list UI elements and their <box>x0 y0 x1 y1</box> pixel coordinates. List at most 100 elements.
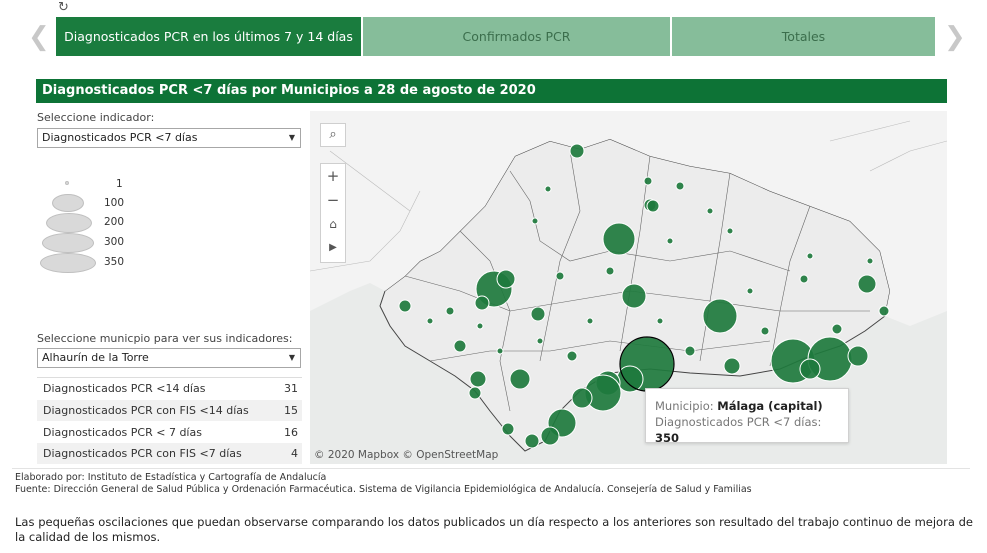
map-bubble[interactable] <box>398 299 412 313</box>
map-bubble[interactable] <box>555 271 565 281</box>
municipality-selector-label: Seleccione municpio para ver sus indicad… <box>37 332 293 345</box>
map-bubble[interactable] <box>509 368 531 390</box>
map-bubble[interactable] <box>726 227 734 235</box>
map-bubble[interactable] <box>536 337 544 345</box>
map-controls: + − ⌂ ▶ <box>320 163 346 263</box>
map-bubble[interactable] <box>602 222 636 256</box>
home-icon[interactable]: ⌂ <box>321 212 345 236</box>
map-bubble[interactable] <box>847 345 869 367</box>
zoom-out-icon[interactable]: − <box>321 188 345 212</box>
indicator-row: Diagnosticados PCR < 7 días 16 <box>37 422 302 443</box>
map-bubble[interactable] <box>476 322 484 330</box>
indicator-name: Diagnosticados PCR con FIS <14 días <box>43 404 249 417</box>
footer-divider <box>12 468 970 469</box>
indicator-value: 4 <box>291 447 298 460</box>
map-tooltip: Municipio: Málaga (capital) Diagnosticad… <box>645 388 849 446</box>
tooltip-municipio-label: Municipio: <box>655 399 714 413</box>
map-bubble[interactable] <box>878 305 890 317</box>
map-bubble[interactable] <box>799 358 821 380</box>
source-line: Fuente: Dirección General de Salud Públi… <box>15 484 752 495</box>
legend-bubble <box>52 194 84 212</box>
map-bubble[interactable] <box>569 143 585 159</box>
municipality-dropdown[interactable]: Alhaurín de la Torre ▼ <box>37 348 301 368</box>
tooltip-indicator-value: 350 <box>655 431 680 445</box>
map-bubble[interactable] <box>474 295 490 311</box>
map-bubble[interactable] <box>684 345 696 357</box>
reload-icon[interactable]: ↻ <box>58 1 72 15</box>
indicator-name: Diagnosticados PCR < 7 días <box>43 426 202 439</box>
map-bubble[interactable] <box>723 357 741 375</box>
map-copyright: © 2020 Mapbox © OpenStreetMap <box>314 449 499 461</box>
map-bubble[interactable] <box>496 269 516 289</box>
map-bubble[interactable] <box>586 317 594 325</box>
map-bubble[interactable] <box>524 433 540 449</box>
size-legend-item: 300 <box>40 233 240 253</box>
legend-bubble <box>65 181 69 185</box>
indicator-row: Diagnosticados PCR con FIS <7 días 4 <box>37 443 302 464</box>
indicator-name: Diagnosticados PCR con FIS <7 días <box>43 447 242 460</box>
map-bubble[interactable] <box>445 306 455 316</box>
map-bubble[interactable] <box>857 274 877 294</box>
map-bubble[interactable] <box>646 199 660 213</box>
previous-tab-arrow-icon[interactable]: ❮ <box>28 22 50 52</box>
map-bubble[interactable] <box>530 306 546 322</box>
map-bubble[interactable] <box>426 317 434 325</box>
map-bubble[interactable] <box>760 326 770 336</box>
tooltip-indicator-row: Diagnosticados PCR <7 días: 350 <box>655 414 839 446</box>
chevron-down-icon: ▼ <box>288 133 295 142</box>
legend-value: 300 <box>104 236 125 248</box>
dashboard-title: Diagnosticados PCR <7 días por Municipio… <box>36 79 947 103</box>
map-bubble[interactable] <box>799 274 809 284</box>
map-bubble[interactable] <box>746 287 754 295</box>
bubble-map[interactable]: ⌕ + − ⌂ ▶ © 2020 Mapbox © OpenStreetMap <box>310 111 947 464</box>
map-bubble[interactable] <box>544 185 552 193</box>
map-bubble[interactable] <box>571 387 593 409</box>
data-quality-note: Las pequeñas oscilaciones que puedan obs… <box>15 515 973 544</box>
map-bubble[interactable] <box>469 370 487 388</box>
map-bubble[interactable] <box>468 386 482 400</box>
map-bubble[interactable] <box>531 217 539 225</box>
map-bubble[interactable] <box>702 298 738 334</box>
size-legend-item: 1 <box>40 175 240 195</box>
zoom-in-icon[interactable]: + <box>321 164 345 188</box>
map-bubble[interactable] <box>496 347 504 355</box>
indicator-value: 31 <box>284 382 298 395</box>
map-bubble[interactable] <box>566 350 578 362</box>
municipality-dropdown-value: Alhaurín de la Torre <box>42 351 149 364</box>
map-bubble[interactable] <box>453 339 467 353</box>
legend-bubble <box>40 253 96 273</box>
indicator-name: Diagnosticados PCR <14 días <box>43 382 206 395</box>
legend-value: 200 <box>104 216 125 228</box>
map-bubble[interactable] <box>666 237 674 245</box>
map-bubble[interactable] <box>643 176 653 186</box>
indicator-selector-label: Seleccione indicador: <box>37 111 155 124</box>
indicator-row: Diagnosticados PCR <14 días 31 <box>37 378 302 399</box>
indicator-value: 15 <box>284 404 298 417</box>
map-bubble[interactable] <box>806 252 814 260</box>
size-legend-item: 200 <box>40 213 240 233</box>
indicator-value: 16 <box>284 426 298 439</box>
size-legend-item: 350 <box>40 253 240 273</box>
map-bubble[interactable] <box>621 283 647 309</box>
next-tab-arrow-icon[interactable]: ❯ <box>944 22 966 52</box>
play-icon[interactable]: ▶ <box>321 236 345 260</box>
map-bubble[interactable] <box>605 266 615 276</box>
map-search-button[interactable]: ⌕ <box>320 123 346 147</box>
tab-diagnosticados-7-14[interactable]: Diagnosticados PCR en los últimos 7 y 14… <box>56 17 361 56</box>
tab-confirmados-pcr[interactable]: Confirmados PCR <box>363 17 670 56</box>
map-bubble[interactable] <box>866 257 874 265</box>
map-canvas[interactable] <box>310 111 947 464</box>
map-bubble[interactable] <box>675 181 685 191</box>
tab-totales[interactable]: Totales <box>672 17 935 56</box>
chevron-down-icon: ▼ <box>288 353 295 362</box>
map-bubble[interactable] <box>706 207 714 215</box>
size-legend-item: 100 <box>40 194 240 214</box>
legend-bubble <box>42 233 94 253</box>
map-bubble[interactable] <box>540 426 560 446</box>
map-bubble[interactable] <box>656 317 664 325</box>
map-bubble[interactable] <box>831 323 843 335</box>
legend-value: 1 <box>116 178 123 190</box>
indicator-row: Diagnosticados PCR con FIS <14 días 15 <box>37 400 302 421</box>
map-bubble[interactable] <box>501 422 515 436</box>
indicator-dropdown[interactable]: Diagnosticados PCR <7 días ▼ <box>37 128 301 148</box>
